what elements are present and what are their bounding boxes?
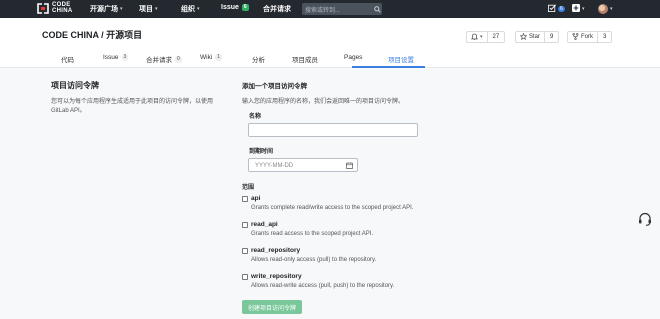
tab-settings[interactable]: 项目设置 bbox=[388, 54, 414, 64]
notification-count: 27 bbox=[486, 32, 505, 42]
todo-count-badge: 6 bbox=[558, 6, 565, 12]
chevron-down-icon: ▾ bbox=[197, 6, 200, 12]
scope-description: Grants complete read/write access to the… bbox=[251, 205, 414, 211]
nav-explore-label: 开源广场 bbox=[90, 6, 118, 13]
chevron-down-icon: ▾ bbox=[155, 6, 158, 12]
star-button[interactable]: Star 9 bbox=[515, 31, 560, 43]
create-token-label: 创建项目访问令牌 bbox=[247, 305, 296, 312]
scope-name: read_repository bbox=[251, 247, 301, 254]
form-subheading: 输入您的应用程序的名称，我们会返回唯一的项目访问令牌。 bbox=[242, 99, 405, 105]
form-heading: 添加一个项目访问令牌 bbox=[242, 83, 307, 90]
project-tabs: 代码 Issue 3 合并请求 0 Wiki 1 分析 项目成员 Pages 项目设置 bbox=[0, 52, 660, 68]
scope-read-repository-checkbox[interactable] bbox=[242, 248, 248, 254]
customer-support-button[interactable] bbox=[637, 211, 653, 227]
todo-button[interactable]: 6 bbox=[548, 4, 565, 14]
fork-button[interactable]: Fork 3 bbox=[567, 31, 613, 43]
section-title: 项目访问令牌 bbox=[51, 81, 99, 90]
scopes-label: 范围 bbox=[242, 185, 255, 191]
tab-label: 项目成员 bbox=[292, 57, 318, 64]
nav-merge-requests-label: 合并请求 bbox=[263, 6, 291, 13]
tab-label: 分析 bbox=[252, 57, 265, 64]
tab-label: Wiki bbox=[200, 54, 213, 61]
chevron-down-icon: ▾ bbox=[480, 34, 483, 40]
fork-count: 3 bbox=[597, 32, 611, 42]
tab-count-badge: 3 bbox=[121, 54, 129, 61]
create-token-button[interactable]: 创建项目访问令牌 bbox=[242, 300, 302, 314]
search-icon bbox=[372, 5, 382, 13]
chevron-down-icon: ▾ bbox=[120, 6, 123, 12]
nav-groups[interactable]: 组织 ▾ bbox=[181, 4, 200, 14]
nav-merge-requests[interactable]: 合并请求 bbox=[263, 4, 291, 14]
calendar-icon[interactable] bbox=[346, 162, 353, 171]
tab-pages[interactable]: Pages bbox=[344, 54, 362, 61]
scope-write-repository-checkbox[interactable] bbox=[242, 274, 248, 280]
scope-name: read_api bbox=[251, 221, 278, 228]
expires-placeholder: YYYY-MM-DD bbox=[255, 162, 294, 169]
scope-read-api-checkbox[interactable] bbox=[242, 222, 248, 228]
scope-name: write_repository bbox=[251, 273, 302, 280]
expires-label: 到期时间 bbox=[249, 149, 274, 155]
tab-label: 合并请求 bbox=[146, 57, 172, 64]
name-field[interactable] bbox=[248, 123, 418, 137]
tab-count-badge: 0 bbox=[175, 55, 182, 63]
plus-square-icon bbox=[572, 4, 580, 14]
logo-line-2: CHINA bbox=[52, 7, 73, 14]
tab-label: Issue bbox=[103, 54, 119, 61]
nav-issues-label: Issue bbox=[221, 4, 239, 11]
issues-count-badge: 6 bbox=[241, 4, 249, 11]
tab-label: 代码 bbox=[61, 57, 74, 64]
nav-projects-label: 项目 bbox=[139, 6, 153, 13]
nav-groups-label: 组织 bbox=[181, 6, 195, 13]
logo[interactable]: CODE CHINA bbox=[37, 2, 73, 14]
code-china-logo-icon bbox=[37, 3, 49, 14]
project-header: CODE CHINA / 开源项目 ▾ 27 Star 9 Fork 3 代码 bbox=[0, 18, 660, 68]
expires-date-field[interactable]: YYYY-MM-DD bbox=[248, 158, 358, 172]
scope-api-checkbox[interactable] bbox=[242, 196, 248, 202]
chevron-down-icon: ▾ bbox=[582, 6, 585, 12]
scope-description: Allows read-write access (pull, push) to… bbox=[251, 283, 395, 289]
nav-projects[interactable]: 项目 ▾ bbox=[139, 4, 158, 14]
section-description-line: GitLab API。 bbox=[51, 108, 86, 114]
headset-icon bbox=[637, 212, 653, 229]
tab-members[interactable]: 项目成员 bbox=[292, 54, 318, 64]
page-title: CODE CHINA / 开源项目 bbox=[42, 30, 143, 40]
search-input[interactable]: 搜索或转到... bbox=[302, 3, 382, 15]
tab-label: Pages bbox=[344, 54, 363, 61]
notification-button[interactable]: ▾ 27 bbox=[466, 31, 506, 43]
new-item-button[interactable]: ▾ bbox=[572, 4, 585, 14]
token-form-header: 添加一个项目访问令牌 输入您的应用程序的名称，我们会返回唯一的项目访问令牌。 bbox=[242, 80, 572, 105]
active-tab-indicator bbox=[352, 66, 425, 68]
star-icon bbox=[519, 32, 528, 42]
tab-label: 项目设置 bbox=[388, 57, 414, 64]
tab-count-badge: 1 bbox=[215, 54, 223, 61]
fork-icon bbox=[572, 32, 579, 42]
tab-code[interactable]: 代码 bbox=[61, 54, 74, 64]
fork-label: Fork bbox=[581, 34, 593, 40]
section-description-line: 您可以为每个应用程序生成适用于此项目的访问令牌，以使用 bbox=[51, 99, 214, 105]
top-navbar: CODE CHINA 开源广场 ▾ 项目 ▾ 组织 ▾ Issue 6 合并请求… bbox=[0, 0, 660, 18]
section-description: 您可以为每个应用程序生成适用于此项目的访问令牌，以使用 GitLab API。 bbox=[51, 98, 231, 116]
search-placeholder: 搜索或转到... bbox=[305, 7, 341, 14]
user-menu[interactable]: ▾ bbox=[598, 4, 613, 14]
avatar bbox=[598, 4, 608, 14]
scope-description: Grants read access to the scoped project… bbox=[251, 231, 374, 237]
nav-explore[interactable]: 开源广场 ▾ bbox=[90, 4, 123, 14]
nav-issues[interactable]: Issue 6 bbox=[221, 4, 249, 11]
logo-text: CODE CHINA bbox=[52, 2, 73, 14]
settings-section-intro: 项目访问令牌 您可以为每个应用程序生成适用于此项目的访问令牌，以使用 GitLa… bbox=[51, 80, 231, 116]
star-count: 9 bbox=[544, 32, 558, 42]
scope-description: Allows read-only access (pull) to the re… bbox=[251, 257, 377, 263]
tab-issues[interactable]: Issue 3 bbox=[103, 54, 129, 61]
star-label: Star bbox=[529, 34, 541, 40]
chevron-down-icon: ▾ bbox=[610, 6, 613, 12]
checklist-icon bbox=[548, 4, 556, 14]
tab-analytics[interactable]: 分析 bbox=[252, 54, 265, 64]
bell-icon bbox=[470, 33, 479, 42]
name-label: 名称 bbox=[249, 114, 262, 120]
tab-merge-requests[interactable]: 合并请求 0 bbox=[146, 54, 182, 64]
tab-wiki[interactable]: Wiki 1 bbox=[200, 54, 223, 61]
scope-name: api bbox=[251, 195, 261, 202]
